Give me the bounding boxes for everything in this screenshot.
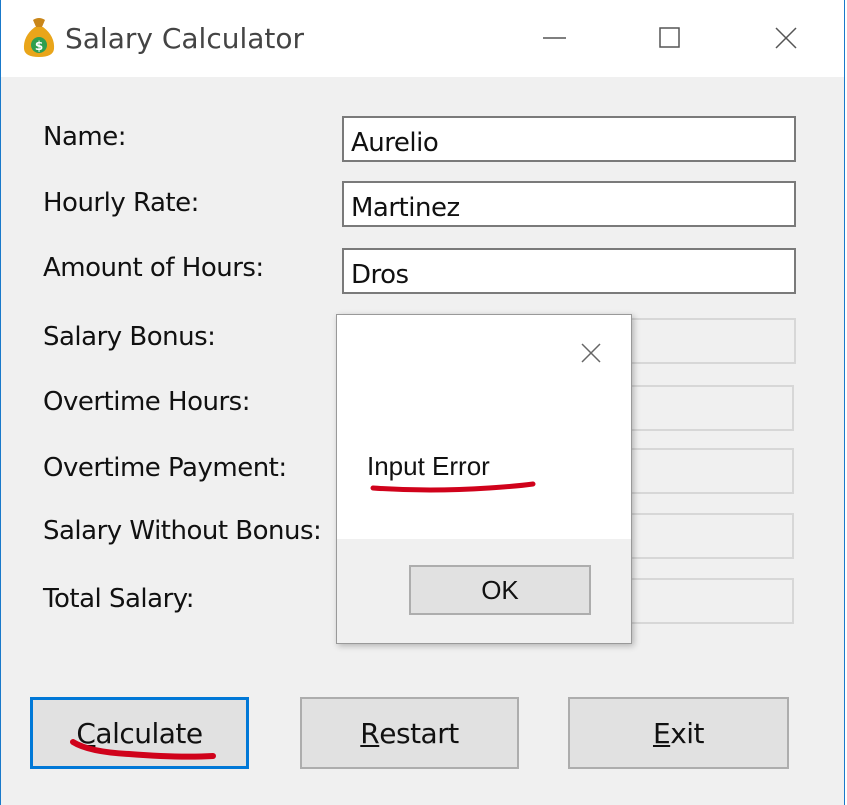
dialog-ok-button[interactable]: OK	[409, 565, 591, 615]
dialog-message: Input Error	[367, 451, 490, 481]
svg-text:$: $	[35, 39, 43, 53]
dialog-close-icon[interactable]	[579, 341, 603, 365]
message-dialog: Input Error OK	[336, 314, 632, 644]
app-window: $ Salary Calculator Name: Hourly Rate: A…	[0, 0, 845, 805]
close-icon[interactable]	[761, 18, 811, 58]
salary-without-bonus-label: Salary Without Bonus:	[43, 516, 322, 546]
window-title: Salary Calculator	[65, 22, 305, 55]
hourly-rate-input[interactable]: Martinez	[342, 181, 796, 227]
name-label: Name:	[43, 122, 126, 152]
title-bar[interactable]: $ Salary Calculator	[1, 0, 844, 77]
name-input[interactable]: Aurelio	[342, 116, 796, 162]
exit-button[interactable]: Exit	[568, 697, 789, 769]
maximize-icon[interactable]	[645, 18, 695, 58]
exit-label: xit	[670, 716, 705, 750]
calculate-accel: C	[76, 716, 96, 750]
minimize-icon[interactable]	[529, 18, 579, 58]
money-bag-icon: $	[23, 18, 55, 57]
salary-bonus-label: Salary Bonus:	[43, 322, 216, 352]
restart-accel: R	[360, 716, 380, 750]
calculate-label: alculate	[95, 716, 203, 750]
restart-button[interactable]: Restart	[300, 697, 519, 769]
total-salary-label: Total Salary:	[43, 584, 195, 614]
overtime-payment-label: Overtime Payment:	[43, 453, 287, 483]
exit-accel: E	[652, 716, 671, 750]
dialog-footer: OK	[337, 539, 631, 643]
overtime-hours-label: Overtime Hours:	[43, 387, 250, 417]
calculate-button[interactable]: Calculate	[30, 697, 249, 769]
amount-of-hours-label: Amount of Hours:	[43, 253, 264, 283]
hourly-rate-label: Hourly Rate:	[43, 188, 199, 218]
amount-of-hours-input[interactable]: Dros	[342, 248, 796, 294]
restart-label: estart	[379, 716, 459, 750]
